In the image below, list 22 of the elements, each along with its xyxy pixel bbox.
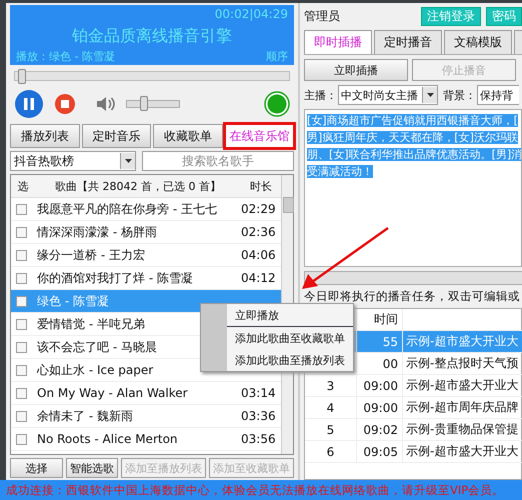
play-mode: 顺序 [266,49,288,65]
play-time: 00:02|04:29 [214,7,288,21]
player-title: 铂金品质离线播音引擎 [72,26,232,46]
task-time: 09:00 [357,397,403,419]
task-time: 00 [357,353,403,375]
task-number: 3 [326,378,334,392]
task-time: 09:05 [357,441,403,463]
background-label: 背景： [443,88,476,102]
tasks-caption: 今日即将执行的播音任务，双击可编辑或 [304,289,521,304]
user-label: 管理员 [304,8,341,24]
anchor-label: 主播： [304,88,337,102]
now-playing: 播放：绿色 - 陈雪凝 [16,49,115,65]
task-time: 55 [357,331,403,353]
status-message: 成功连接：西银软件中国上海数据中心，体验会员无法播放在线网络歌曲，请升级至VIP会员。 [0,480,522,500]
column-header: 选 [11,175,35,198]
task-number: 4 [326,400,334,414]
column-header: 歌曲【共 28042 首，已选 0 首】 [35,175,241,198]
task-number: 5 [326,422,334,436]
task-number: 6 [326,444,334,458]
task-time: 09:02 [357,419,403,441]
column-header: 时长 [241,175,281,198]
task-time: 09:00 [357,375,403,397]
